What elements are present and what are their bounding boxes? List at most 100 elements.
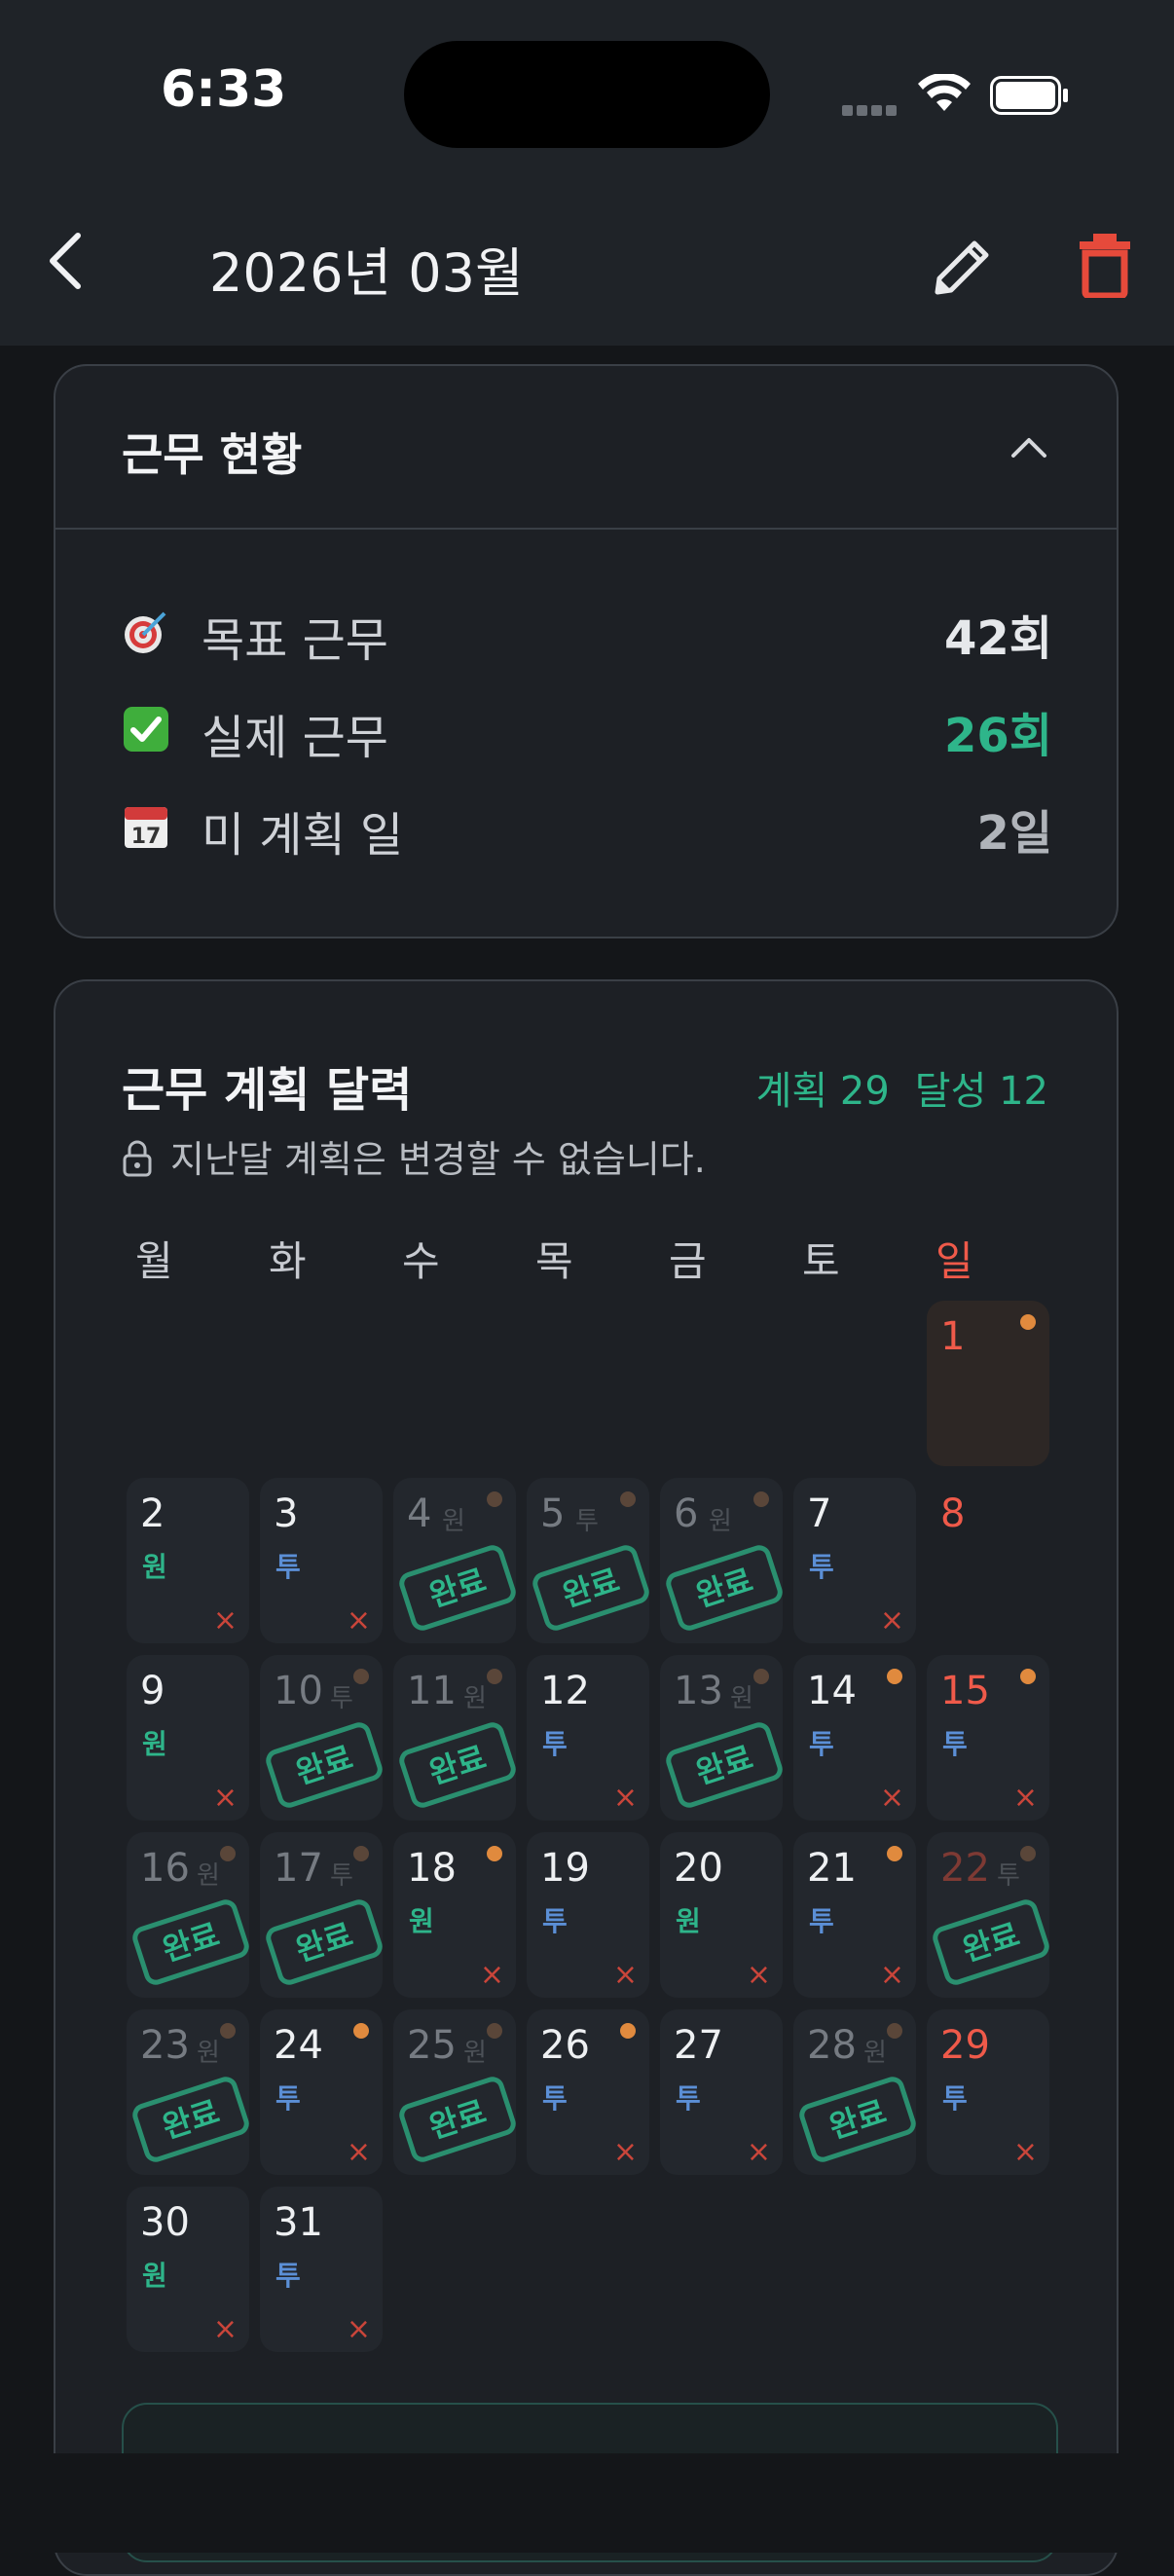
calendar-day[interactable]: 18 원 × [393,1832,516,1998]
lock-note: 지난달 계획은 변경할 수 없습니다. [122,1129,706,1183]
wifi-icon [918,74,971,111]
calendar-day[interactable]: 14 투 × [793,1655,916,1821]
day-number: 21 [807,1846,857,1891]
weekday-label: 금 [669,1237,707,1285]
calendar-day[interactable]: 21 투 × [793,1832,916,1998]
shift-label: 원 [730,1684,753,1713]
back-button[interactable] [41,226,95,296]
calendar-day[interactable]: 3 투 × [260,1478,383,1643]
remove-plan-button[interactable]: × [1013,2138,1038,2167]
status-dot [753,1669,769,1684]
calendar-day[interactable]: 20 원 × [660,1832,783,1998]
stat-label: 목표 근무 [202,613,388,668]
day-number: 7 [807,1491,832,1536]
shift-label: 투 [542,1905,568,1937]
calendar-day[interactable]: 19 투 × [527,1832,649,1998]
remove-plan-button[interactable]: × [613,2138,638,2167]
done-count: 달성 12 [914,1069,1048,1114]
day-number: 2 [140,1491,165,1536]
remove-plan-button[interactable]: × [613,1961,638,1990]
svg-text:17: 17 [131,825,162,849]
day-number: 29 [940,2023,990,2068]
remove-plan-button[interactable]: × [347,2138,371,2167]
calendar-day[interactable]: 30 원 × [127,2187,249,2352]
shift-label: 원 [142,1551,167,1583]
day-number: 12 [540,1669,590,1713]
shift-label: 원 [463,1684,487,1713]
day-number: 27 [674,2023,723,2068]
remove-plan-button[interactable]: × [747,2138,771,2167]
status-dot [487,1846,502,1861]
calendar-day: 5 투 완료 [527,1478,652,1643]
remove-plan-button[interactable]: × [613,1784,638,1813]
remove-plan-button[interactable]: × [213,2315,238,2344]
shift-label: 투 [809,1551,834,1583]
remove-plan-button[interactable]: × [880,1961,904,1990]
edit-button[interactable] [930,232,998,300]
day-number: 3 [274,1491,299,1536]
shift-label: 투 [809,1728,834,1760]
remove-plan-button[interactable]: × [880,1606,904,1636]
remove-plan-button[interactable]: × [747,1961,771,1990]
day-number: 15 [940,1669,990,1713]
status-dot [353,1669,369,1684]
status-time: 6:33 [161,60,287,119]
status-dot [220,1846,236,1861]
day-number: 30 [140,2200,190,2245]
day-number: 1 [940,1314,966,1359]
plan-count: 계획 29 [755,1069,890,1114]
remove-plan-button[interactable]: × [213,1784,238,1813]
status-dot [753,1491,769,1507]
remove-plan-button[interactable]: × [213,1606,238,1636]
status-dot [487,1491,502,1507]
calendar-day[interactable]: 1 [927,1301,1049,1466]
check-icon [124,707,168,752]
work-status-header[interactable]: 근무 현황 [55,366,1117,530]
calendar-day[interactable]: 24 투 × [260,2009,383,2175]
calendar-day[interactable]: 8 [927,1478,1049,1643]
calendar-day[interactable]: 26 투 × [527,2009,649,2175]
day-number: 8 [940,1491,966,1536]
day-number: 11 [407,1669,457,1713]
weekday-label: 목 [535,1237,573,1285]
remove-plan-button[interactable]: × [880,1784,904,1813]
status-dot [220,2023,236,2039]
remove-plan-button[interactable]: × [1013,1784,1038,1813]
lock-icon [123,1140,152,1177]
calendar-day[interactable]: 2 원 × [127,1478,249,1643]
day-number: 23 [140,2023,190,2068]
shift-label: 투 [275,2082,301,2115]
status-dot [487,2023,502,2039]
cellular-signal-icon [842,101,900,116]
remove-plan-button[interactable]: × [347,2315,371,2344]
done-stamp: 완료 [396,2074,519,2165]
calendar-day[interactable]: 15 투 × [927,1655,1049,1821]
remove-plan-button[interactable]: × [480,1961,504,1990]
calendar-day[interactable]: 7 투 × [793,1478,916,1643]
calendar-day: 25 원 완료 [393,2009,519,2175]
calendar-day: 4 원 완료 [393,1478,519,1643]
calendar-day[interactable]: 9 원 × [127,1655,249,1821]
day-number: 13 [674,1669,723,1713]
remove-plan-button[interactable]: × [347,1606,371,1636]
calendar-title: 근무 계획 달력 [122,1063,413,1118]
stat-row-target: 목표 근무 42회 [122,596,1052,668]
calendar-day: 17 투 완료 [260,1832,385,1998]
chevron-up-icon[interactable] [1009,432,1048,461]
calendar-day[interactable]: 27 투 × [660,2009,783,2175]
calendar-day[interactable]: 29 투 × [927,2009,1049,2175]
calendar-day: 6 원 완료 [660,1478,786,1643]
delete-button[interactable] [1076,230,1134,298]
status-dot [887,1846,902,1861]
calendar-day[interactable]: 12 투 × [527,1655,649,1821]
calendar-day: 10 투 완료 [260,1655,385,1821]
calendar-day: 28 원 완료 [793,2009,919,2175]
shift-label: 투 [542,1728,568,1760]
shift-label: 투 [809,1905,834,1937]
done-stamp: 완료 [129,1896,252,1988]
status-dot [1020,1669,1036,1684]
calendar-day[interactable]: 31 투 × [260,2187,383,2352]
done-stamp: 완료 [396,1542,519,1634]
shift-label: 원 [709,1507,732,1536]
weekday-label: 토 [802,1237,840,1285]
